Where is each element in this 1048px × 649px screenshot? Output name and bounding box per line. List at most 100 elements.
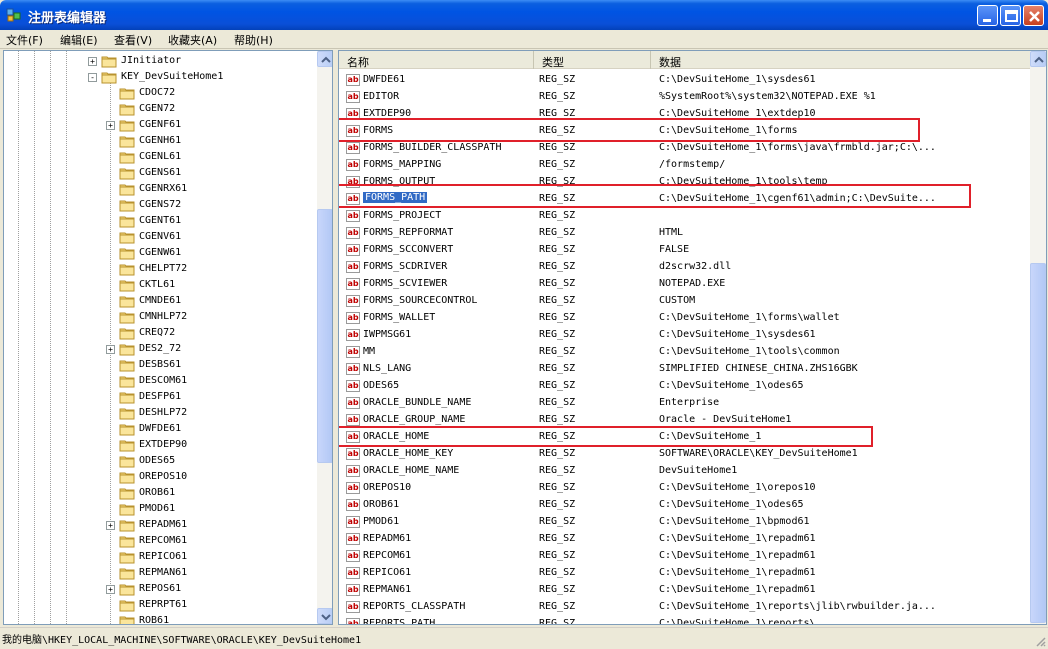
menu-view[interactable]: 查看(V) [114, 32, 152, 48]
tree-node[interactable]: OREPOS10 [4, 469, 314, 485]
list-row[interactable]: ab FORMS_PROJECT REG_SZ [339, 208, 1032, 225]
value-name: MM [363, 346, 376, 357]
tree-node[interactable]: CGEN72 [4, 101, 314, 117]
list-row[interactable]: ab FORMS_SOURCECONTROL REG_SZ CUSTOM [339, 293, 1032, 310]
tree-node[interactable]: DESFP61 [4, 389, 314, 405]
tree-node[interactable]: CGENH61 [4, 133, 314, 149]
value-type: REG_SZ [539, 499, 576, 510]
list-row[interactable]: ab REPMAN61 REG_SZ C:\DevSuiteHome_1\repadm… [339, 582, 1032, 599]
tree-node[interactable]: CDOC72 [4, 85, 314, 101]
maximize-button[interactable] [1000, 5, 1021, 26]
folder-icon [119, 120, 135, 132]
list-row[interactable]: ab REPCOM61 REG_SZ C:\DevSuiteHome_1\repadm… [339, 548, 1032, 565]
tree-node[interactable]: EXTDEP90 [4, 437, 314, 453]
expand-icon[interactable]: + [106, 521, 115, 530]
close-button[interactable] [1023, 5, 1044, 26]
list-row[interactable]: ab DWFDE61 REG_SZ C:\DevSuiteHome_1\sysdes6… [339, 72, 1032, 89]
list-row[interactable]: ab IWPMSG61 REG_SZ C:\DevSuiteHome_1\sysdes… [339, 327, 1032, 344]
list-row[interactable]: ab FORMS_SCCONVERT REG_SZ FALSE [339, 242, 1032, 259]
values-list-pane[interactable]: 名称 类型 数据 ab DWFDE61 REG_SZ C:\DevSuiteHome_… [338, 50, 1047, 625]
list-row[interactable]: ab REPICO61 REG_SZ C:\DevSuiteHome_1\repadm… [339, 565, 1032, 582]
column-header-name[interactable]: 名称 [339, 51, 534, 69]
list-row[interactable]: ab OROB61 REG_SZ C:\DevSuiteHome_1\odes65 [339, 497, 1032, 514]
expand-icon[interactable]: + [106, 121, 115, 130]
tree-node[interactable]: OROB61 [4, 485, 314, 501]
value-type: REG_SZ [539, 516, 576, 527]
key-tree-pane[interactable]: + JInitiator - KEY_DevSuiteHome1 CDOC72 CGEN7… [3, 50, 333, 625]
tree-scroll-thumb[interactable] [317, 209, 332, 463]
list-row[interactable]: ab EDITOR REG_SZ %SystemRoot%\system32\NOTE… [339, 89, 1032, 106]
tree-node-label: DESHLP72 [139, 407, 188, 418]
list-row[interactable]: ab PMOD61 REG_SZ C:\DevSuiteHome_1\bpmod61 [339, 514, 1032, 531]
list-row[interactable]: ab REPORTS_PATH REG_SZ C:\DevSuiteHome_1\re… [339, 616, 1032, 624]
list-row[interactable]: ab MM REG_SZ C:\DevSuiteHome_1\tools\common [339, 344, 1032, 361]
tree-node[interactable]: CGENS61 [4, 165, 314, 181]
menu-file[interactable]: 文件(F) [6, 32, 43, 48]
list-row[interactable]: ab REPORTS_CLASSPATH REG_SZ C:\DevSuiteHome… [339, 599, 1032, 616]
list-row[interactable]: ab REPADM61 REG_SZ C:\DevSuiteHome_1\repadm… [339, 531, 1032, 548]
tree-node[interactable]: REPMAN61 [4, 565, 314, 581]
tree-node[interactable]: CMNDE61 [4, 293, 314, 309]
menu-edit[interactable]: 编辑(E) [60, 32, 98, 48]
tree-vertical-scrollbar[interactable] [317, 51, 332, 624]
list-row[interactable]: ab FORMS_SCVIEWER REG_SZ NOTEPAD.EXE [339, 276, 1032, 293]
tree-node[interactable]: PMOD61 [4, 501, 314, 517]
folder-icon [119, 216, 135, 228]
menu-favorites[interactable]: 收藏夹(A) [168, 32, 217, 48]
tree-node[interactable]: + CGENF61 [4, 117, 314, 133]
tree-node[interactable]: DWFDE61 [4, 421, 314, 437]
tree-node[interactable]: REPICO61 [4, 549, 314, 565]
title-bar[interactable]: 注册表编辑器 [0, 0, 1048, 30]
resize-grip-icon[interactable] [1034, 635, 1046, 647]
tree-node[interactable]: REPRPT61 [4, 597, 314, 613]
tree-node[interactable]: + REPOS61 [4, 581, 314, 597]
list-row[interactable]: ab FORMS_SCDRIVER REG_SZ d2scrw32.dll [339, 259, 1032, 276]
list-row[interactable]: ab FORMS_BUILDER_CLASSPATH REG_SZ C:\DevSui… [339, 140, 1032, 157]
tree-node[interactable]: CGENV61 [4, 229, 314, 245]
tree-node[interactable]: DESHLP72 [4, 405, 314, 421]
tree-node[interactable]: CHELPT72 [4, 261, 314, 277]
column-header-data[interactable]: 数据 [651, 51, 1032, 69]
tree-node[interactable]: CREQ72 [4, 325, 314, 341]
list-row[interactable]: ab ORACLE_HOME_NAME REG_SZ DevSuiteHome1 [339, 463, 1032, 480]
tree-node[interactable]: + DES2_72 [4, 341, 314, 357]
current-key-path: 我的电脑\HKEY_LOCAL_MACHINE\SOFTWARE\ORACLE\… [2, 635, 362, 646]
tree-scroll-down-button[interactable] [317, 608, 332, 624]
expand-icon[interactable]: + [88, 57, 97, 66]
tree-node[interactable]: DESBS61 [4, 357, 314, 373]
list-scroll-thumb[interactable] [1030, 263, 1046, 623]
expand-icon[interactable]: + [106, 345, 115, 354]
collapse-icon[interactable]: - [88, 73, 97, 82]
tree-node[interactable]: CGENS72 [4, 197, 314, 213]
tree-node[interactable]: - KEY_DevSuiteHome1 [4, 69, 314, 85]
list-row[interactable]: ab FORMS_MAPPING REG_SZ/formstemp/ [339, 157, 1032, 174]
list-row[interactable]: ab FORMS_WALLET REG_SZ C:\DevSuiteHome_1\fo… [339, 310, 1032, 327]
tree-node[interactable]: CGENRX61 [4, 181, 314, 197]
tree-scroll-up-button[interactable] [317, 51, 332, 67]
list-row[interactable]: ab ORACLE_HOME_KEY REG_SZ SOFTWARE\ORACLE\K… [339, 446, 1032, 463]
maximize-icon [1005, 10, 1018, 22]
minimize-button[interactable] [977, 5, 998, 26]
tree-node[interactable]: CGENL61 [4, 149, 314, 165]
tree-node[interactable]: + JInitiator [4, 53, 314, 69]
list-row[interactable]: ab OREPOS10 REG_SZ C:\DevSuiteHome_1\orepos… [339, 480, 1032, 497]
list-row[interactable]: ab FORMS_REPFORMAT REG_SZ HTML [339, 225, 1032, 242]
open-folder-icon [101, 72, 117, 84]
expand-icon[interactable]: + [106, 585, 115, 594]
list-row[interactable]: ab ODES65 REG_SZ C:\DevSuiteHome_1\odes65 [339, 378, 1032, 395]
tree-node[interactable]: CMNHLP72 [4, 309, 314, 325]
tree-node[interactable]: ODES65 [4, 453, 314, 469]
tree-node[interactable]: CKTL61 [4, 277, 314, 293]
tree-node[interactable]: DESCOM61 [4, 373, 314, 389]
tree-node[interactable]: + REPADM61 [4, 517, 314, 533]
tree-node[interactable]: ROB61 [4, 613, 314, 624]
tree-node[interactable]: REPCOM61 [4, 533, 314, 549]
list-row[interactable]: ab NLS_LANG REG_SZ SIMPLIFIED CHINESE_CHINA… [339, 361, 1032, 378]
list-row[interactable]: ab ORACLE_BUNDLE_NAME REG_SZ Enterprise [339, 395, 1032, 412]
tree-node[interactable]: CGENW61 [4, 245, 314, 261]
column-header-type[interactable]: 类型 [534, 51, 651, 69]
menu-help[interactable]: 帮助(H) [234, 32, 273, 48]
list-scroll-up-button[interactable] [1030, 51, 1046, 67]
list-vertical-scrollbar[interactable] [1030, 51, 1046, 624]
tree-node[interactable]: CGENT61 [4, 213, 314, 229]
